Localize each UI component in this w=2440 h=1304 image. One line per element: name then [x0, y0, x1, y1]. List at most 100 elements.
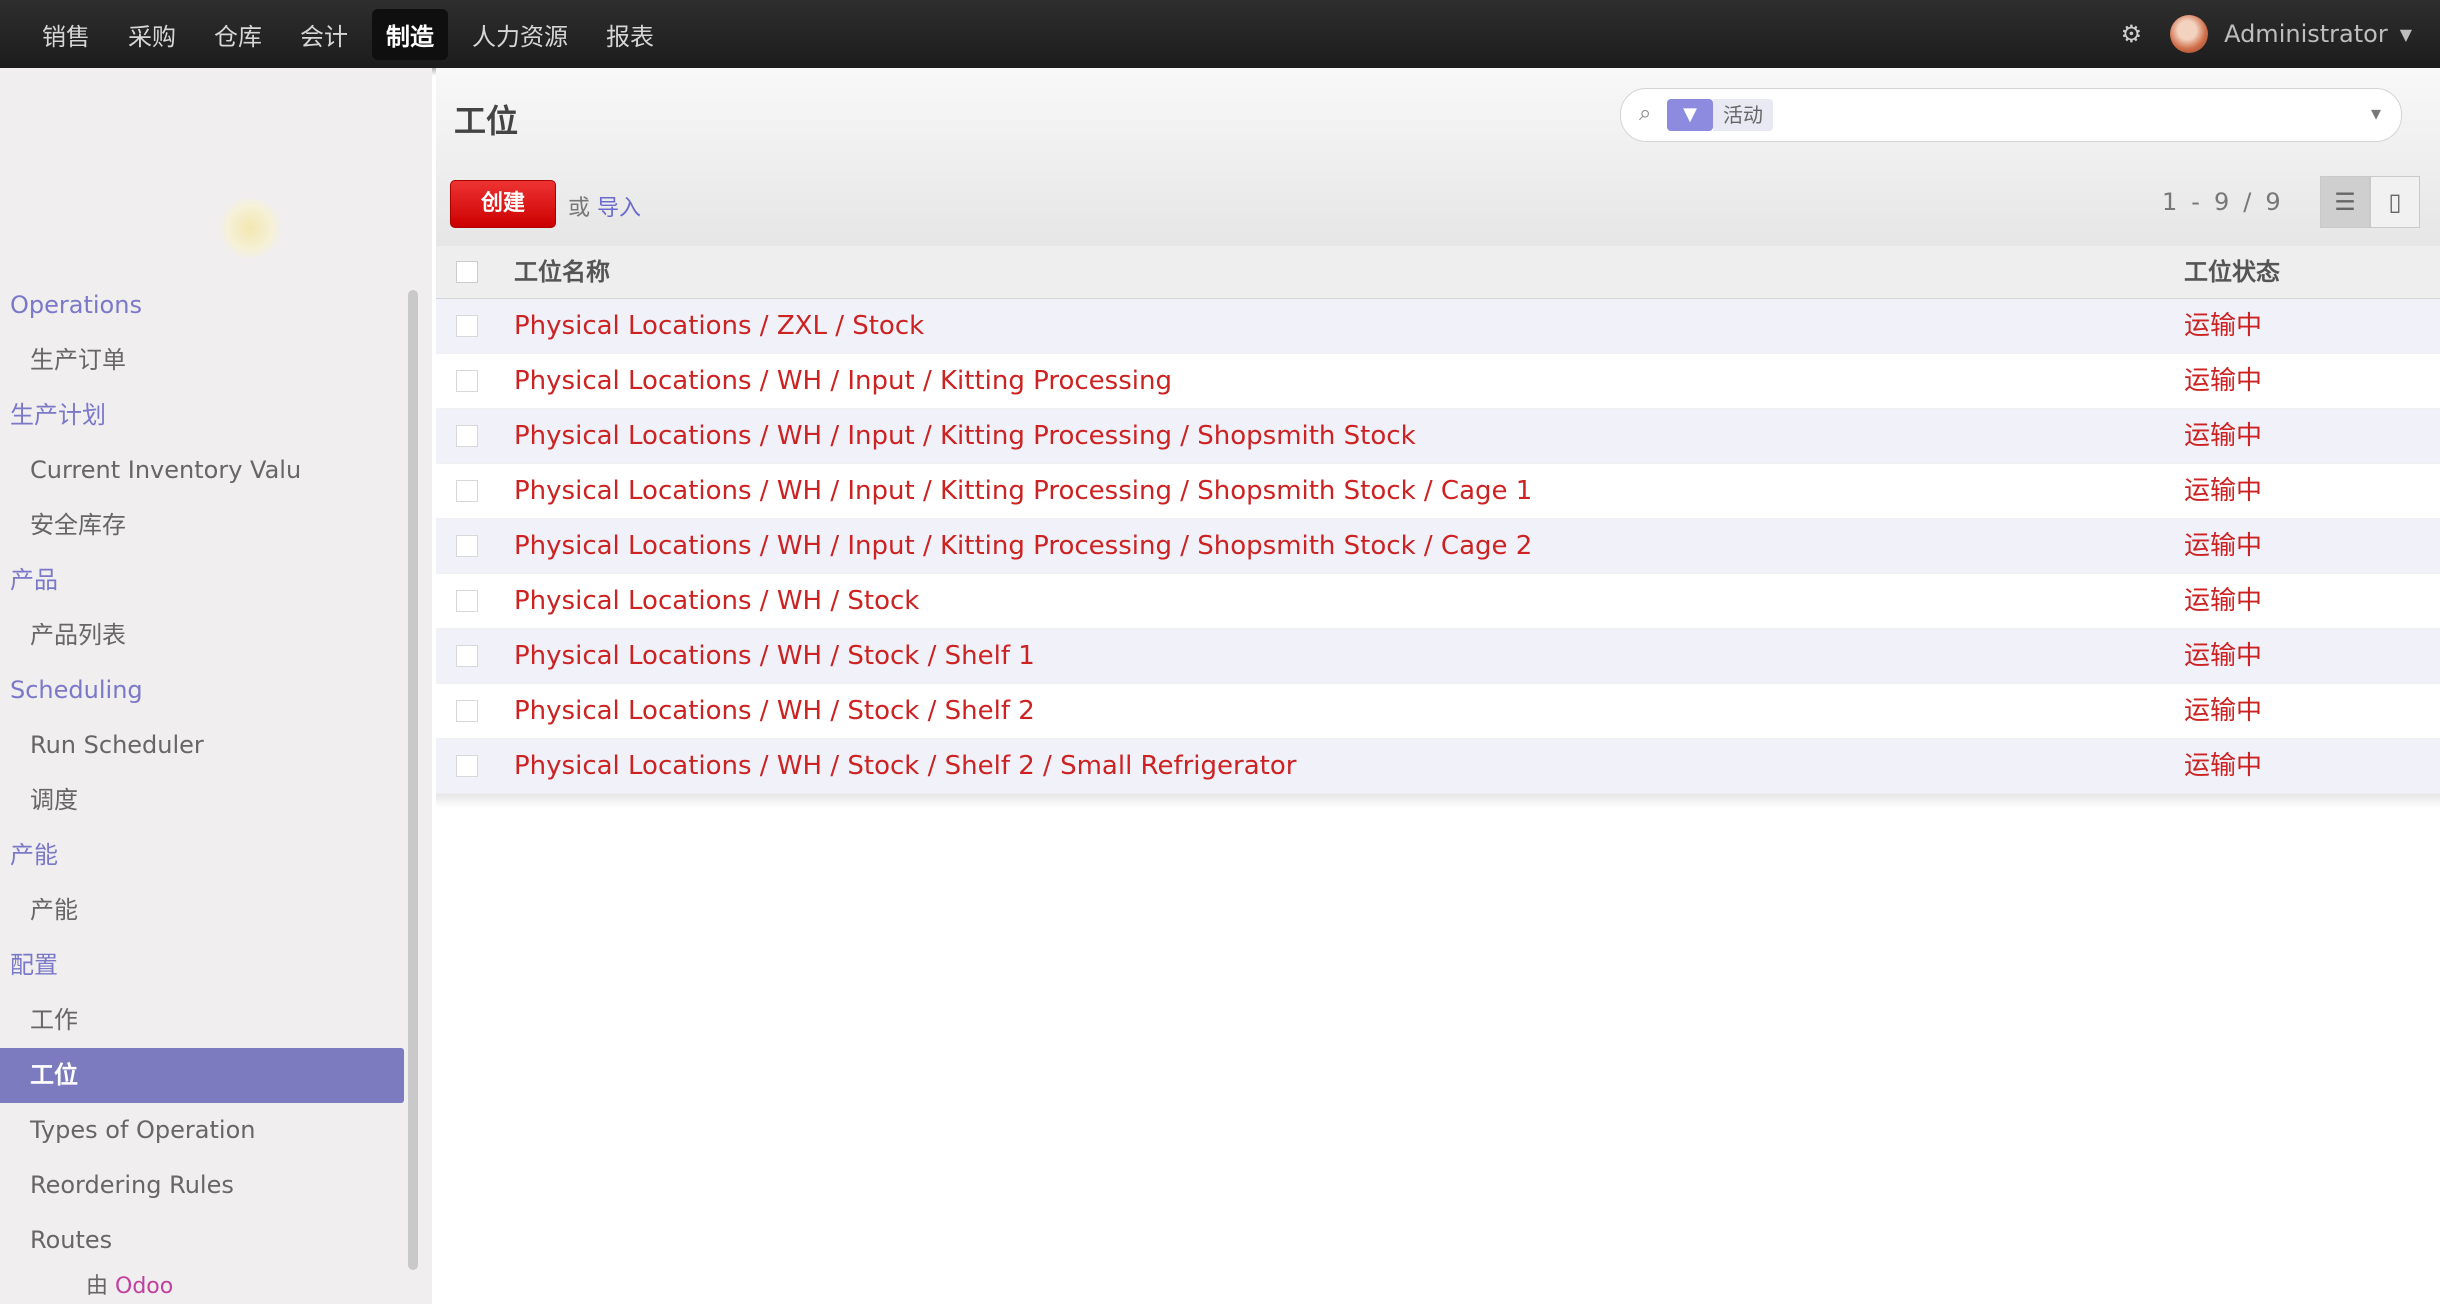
settings-icon[interactable]: ⚙: [2121, 20, 2143, 48]
sidebar-item-routes[interactable]: Routes: [0, 1213, 404, 1268]
pager-total: 9: [2265, 188, 2281, 216]
row-checkbox[interactable]: [456, 370, 478, 392]
row-status: 运输中: [2184, 366, 2263, 396]
row-checkbox[interactable]: [456, 755, 478, 777]
pager-end: 9: [2213, 188, 2230, 216]
filter-icon: ▼: [1667, 99, 1713, 131]
table-row[interactable]: Physical Locations / WH / Stock / Shelf …: [436, 739, 2440, 794]
top-menu: 销售 采购 仓库 会计 制造 人力资源 报表: [28, 0, 678, 68]
sidebar-item-reordering-rules[interactable]: Reordering Rules: [0, 1158, 404, 1213]
table-row[interactable]: Physical Locations / ZXL / Stock 运输中: [436, 299, 2440, 354]
row-status: 运输中: [2184, 531, 2263, 561]
import-area: 或 导入: [568, 190, 641, 222]
import-prefix: 或: [568, 196, 591, 221]
powered-by-brand-link[interactable]: Odoo: [115, 1274, 173, 1299]
sidebar-section-capacity: 产能: [10, 841, 58, 869]
view-switcher: ☰ ▯: [2320, 176, 2420, 228]
table-row[interactable]: Physical Locations / WH / Input / Kittin…: [436, 354, 2440, 409]
sidebar-section-planning: 生产计划: [10, 401, 106, 429]
top-menu-item-reports[interactable]: 报表: [592, 9, 668, 60]
search-options-icon[interactable]: ▾: [2371, 101, 2381, 125]
pager-dash: -: [2191, 188, 2200, 216]
sidebar-item-safety-stock[interactable]: 安全库存: [0, 498, 404, 553]
sidebar-scrollbar[interactable]: [408, 290, 418, 1270]
select-all-checkbox[interactable]: [456, 261, 478, 283]
list-footer-shadow: [436, 794, 2440, 808]
row-status: 运输中: [2184, 751, 2263, 781]
top-right-area: ⚙ Administrator ▼: [2121, 0, 2412, 68]
sidebar-item-operation-types[interactable]: Types of Operation: [0, 1103, 404, 1158]
sidebar-item-product-list[interactable]: 产品列表: [0, 608, 404, 663]
sidebar: Operations 生产订单 生产计划 Current Inventory V…: [0, 68, 432, 1304]
row-checkbox[interactable]: [456, 535, 478, 557]
main-content: 工位 ⌕ ▼ 活动 ▾ 创建 或 导入 1 - 9 / 9 ☰ ▯ 工位名称 工…: [436, 68, 2440, 1304]
column-header-name[interactable]: 工位名称: [514, 246, 610, 298]
sidebar-item-work[interactable]: 工作: [0, 993, 404, 1048]
search-box[interactable]: ⌕ ▼ 活动 ▾: [1620, 88, 2402, 142]
form-view-icon[interactable]: ▯: [2370, 176, 2420, 228]
row-checkbox[interactable]: [456, 480, 478, 502]
search-facet-label: 活动: [1713, 99, 1773, 131]
row-status: 运输中: [2184, 476, 2263, 506]
chevron-down-icon[interactable]: ▼: [2400, 25, 2412, 44]
row-name: Physical Locations / WH / Stock / Shelf …: [514, 696, 1035, 726]
company-logo[interactable]: [110, 128, 350, 278]
table-row[interactable]: Physical Locations / WH / Stock / Shelf …: [436, 684, 2440, 739]
sidebar-item-run-scheduler[interactable]: Run Scheduler: [0, 718, 404, 773]
table-row[interactable]: Physical Locations / WH / Stock 运输中: [436, 574, 2440, 629]
sidebar-menu: Operations 生产订单 生产计划 Current Inventory V…: [0, 278, 404, 1268]
import-link[interactable]: 导入: [597, 196, 641, 221]
table-row[interactable]: Physical Locations / WH / Input / Kittin…: [436, 519, 2440, 574]
row-name: Physical Locations / WH / Input / Kittin…: [514, 531, 1533, 561]
search-icon: ⌕: [1639, 101, 1652, 126]
sidebar-item-workcenters[interactable]: 工位: [0, 1048, 404, 1103]
row-status: 运输中: [2184, 696, 2263, 726]
create-button[interactable]: 创建: [450, 180, 556, 228]
pager-slash: /: [2243, 188, 2252, 216]
row-name: Physical Locations / WH / Input / Kittin…: [514, 366, 1172, 396]
row-checkbox[interactable]: [456, 700, 478, 722]
top-menu-item-accounting[interactable]: 会计: [286, 9, 362, 60]
top-navbar: 销售 采购 仓库 会计 制造 人力资源 报表 ⚙ Administrator ▼: [0, 0, 2440, 68]
row-status: 运输中: [2184, 586, 2263, 616]
pager: 1 - 9 / 9: [2162, 188, 2295, 216]
sidebar-item-capacity[interactable]: 产能: [0, 883, 404, 938]
column-header-status[interactable]: 工位状态: [2184, 246, 2280, 298]
list-header: 工位名称 工位状态: [436, 246, 2440, 299]
sidebar-section-scheduling: Scheduling: [10, 676, 143, 704]
row-status: 运输中: [2184, 421, 2263, 451]
sidebar-section-configuration: 配置: [10, 951, 58, 979]
row-name: Physical Locations / WH / Stock / Shelf …: [514, 751, 1297, 781]
top-menu-item-sales[interactable]: 销售: [28, 9, 104, 60]
powered-by: 由 Odoo: [86, 1268, 173, 1300]
sidebar-item-inventory-valuation[interactable]: Current Inventory Valu: [0, 443, 404, 498]
row-checkbox[interactable]: [456, 590, 478, 612]
row-name: Physical Locations / WH / Input / Kittin…: [514, 476, 1533, 506]
table-row[interactable]: Physical Locations / WH / Stock / Shelf …: [436, 629, 2440, 684]
avatar[interactable]: [2170, 15, 2209, 53]
top-menu-item-purchase[interactable]: 采购: [114, 9, 190, 60]
table-row[interactable]: Physical Locations / WH / Input / Kittin…: [436, 464, 2440, 519]
row-status: 运输中: [2184, 641, 2263, 671]
sidebar-item-schedule[interactable]: 调度: [0, 773, 404, 828]
workcenter-list: 工位名称 工位状态 Physical Locations / ZXL / Sto…: [436, 246, 2440, 808]
list-view-icon[interactable]: ☰: [2320, 176, 2370, 228]
top-menu-item-warehouse[interactable]: 仓库: [200, 9, 276, 60]
search-facet[interactable]: ▼ 活动: [1667, 99, 1773, 131]
table-row[interactable]: Physical Locations / WH / Input / Kittin…: [436, 409, 2440, 464]
page-title: 工位: [454, 102, 519, 140]
logo-image: [220, 198, 280, 258]
row-name: Physical Locations / WH / Stock: [514, 586, 920, 616]
top-menu-item-manufacturing[interactable]: 制造: [372, 8, 448, 60]
sidebar-section-products: 产品: [10, 566, 58, 594]
row-name: Physical Locations / WH / Input / Kittin…: [514, 421, 1416, 451]
user-name[interactable]: Administrator: [2224, 20, 2388, 48]
row-status: 运输中: [2184, 311, 2263, 341]
row-checkbox[interactable]: [456, 315, 478, 337]
row-checkbox[interactable]: [456, 425, 478, 447]
row-name: Physical Locations / ZXL / Stock: [514, 311, 925, 341]
top-menu-item-hr[interactable]: 人力资源: [458, 9, 582, 60]
sidebar-item-production-orders[interactable]: 生产订单: [0, 333, 404, 388]
row-checkbox[interactable]: [456, 645, 478, 667]
powered-by-prefix: 由: [86, 1274, 109, 1299]
